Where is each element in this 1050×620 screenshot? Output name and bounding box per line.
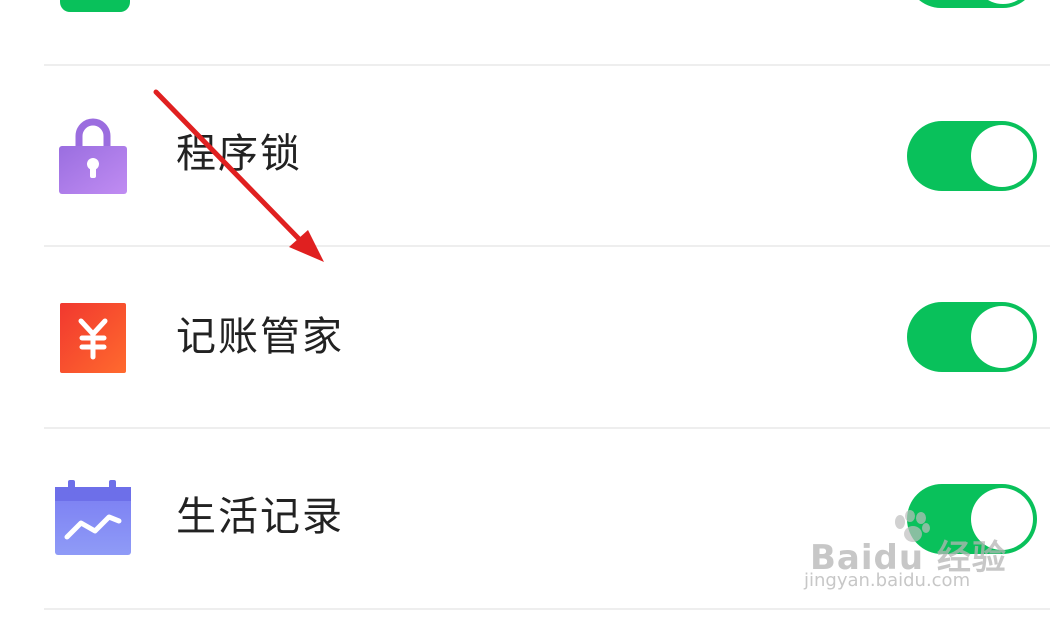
toggle-switch[interactable] (907, 302, 1037, 372)
settings-item-label: 程序锁 (176, 131, 302, 177)
settings-row-app-lock[interactable]: 程序锁 (0, 66, 1050, 246)
calendar-chart-icon (55, 479, 135, 559)
settings-screen: 程序锁 记账管家 生活记录 Baidu 经验 jingyan.baidu.com (0, 0, 1050, 620)
toggle-knob (971, 306, 1033, 368)
divider (44, 608, 1050, 610)
toggle-switch[interactable] (907, 121, 1037, 191)
settings-row-accounting[interactable]: 记账管家 (0, 247, 1050, 427)
toggle-knob (971, 125, 1033, 187)
watermark-url: jingyan.baidu.com (804, 570, 971, 591)
lock-icon (55, 116, 135, 196)
settings-item-label: 生活记录 (176, 494, 344, 540)
settings-item-label: 记账管家 (176, 314, 344, 360)
yuan-icon (55, 301, 135, 381)
baidu-watermark: Baidu 经验 jingyan.baidu.com (800, 510, 1020, 600)
app-icon-partial (60, 0, 130, 12)
toggle-switch-partial[interactable] (907, 0, 1037, 8)
